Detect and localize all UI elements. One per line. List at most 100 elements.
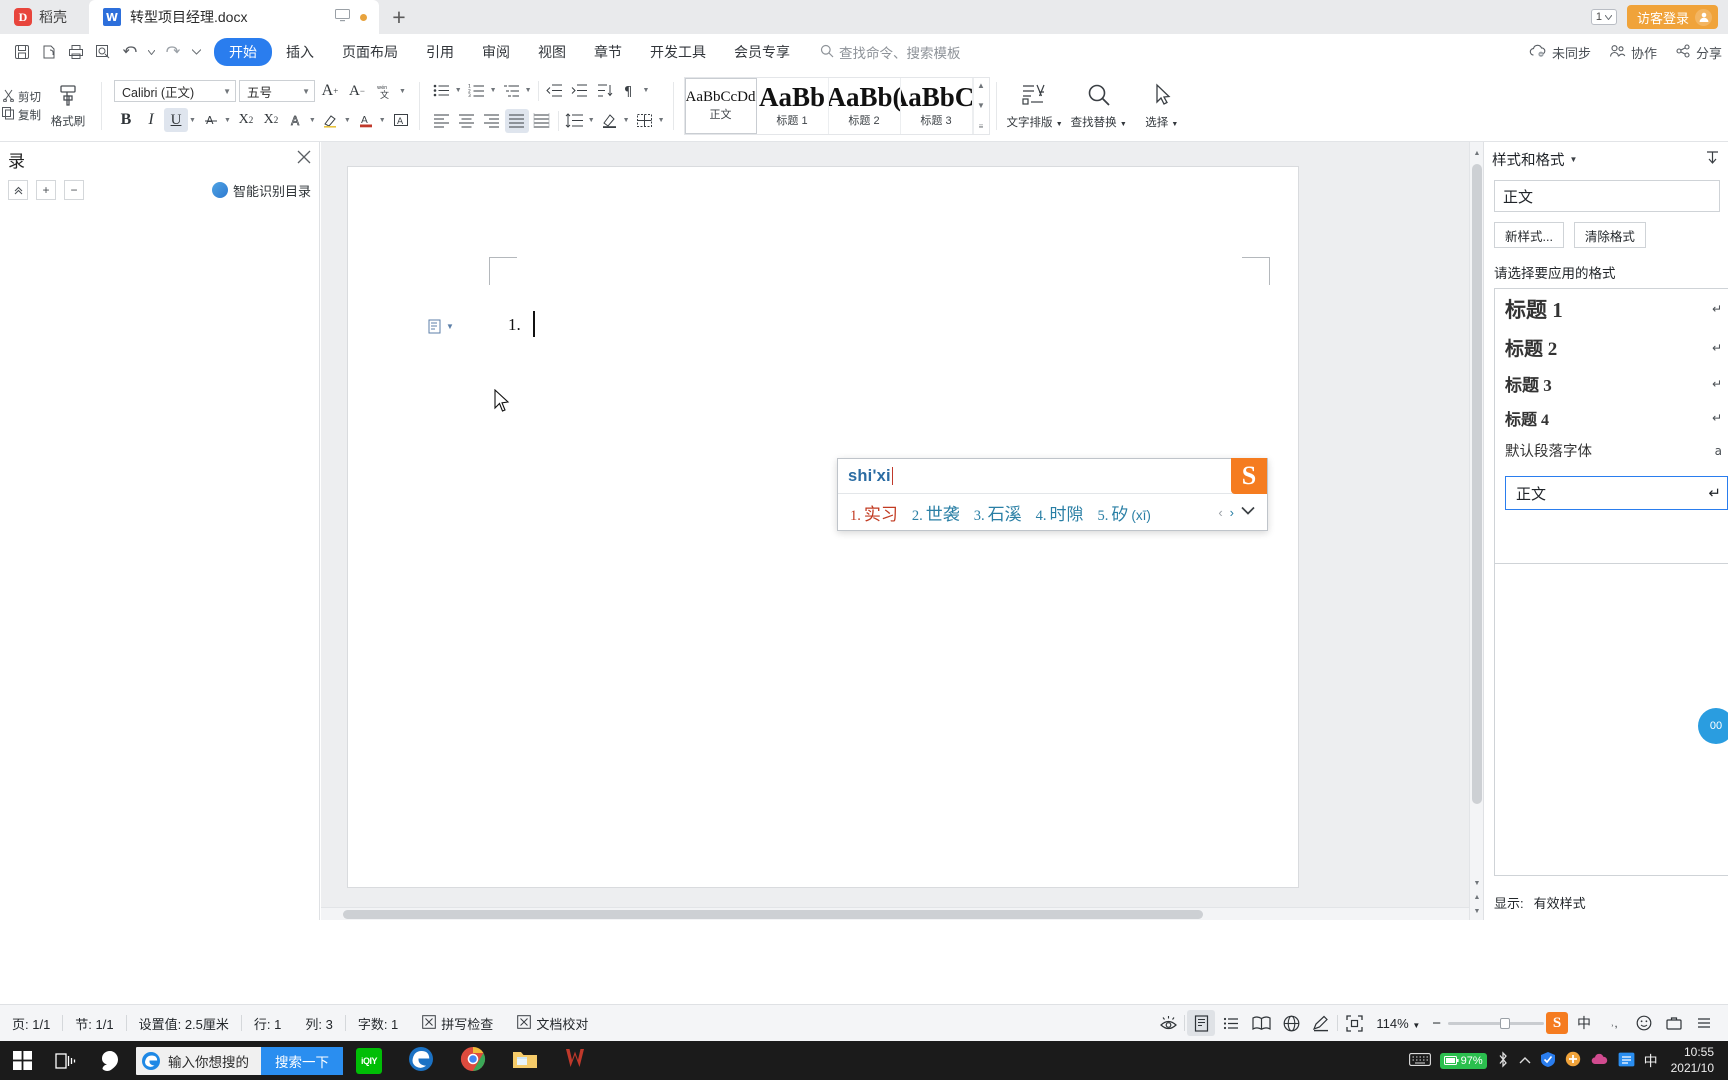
ime-next-page-icon[interactable]: › [1230,505,1234,520]
app-tray-icon[interactable] [1618,1052,1635,1070]
smart-toc-button[interactable]: 智能识别目录 [211,181,311,200]
font-size-combo[interactable]: 五号 ▼ [239,80,315,102]
sync-status-button[interactable]: 未同步 [1529,43,1591,62]
sort-button[interactable] [593,79,617,103]
horizontal-scroll-thumb[interactable] [343,910,1203,919]
prev-page-icon[interactable]: ▲ [1470,890,1483,904]
shield-tray-icon[interactable] [1540,1051,1556,1071]
style-list-item-heading-2[interactable]: 标题 2 ↵ [1495,329,1728,366]
status-doc-proof[interactable]: 文档校对 [505,1014,600,1033]
ime-candidate-popup[interactable]: shi'xi S 1. 实习 2. 世袭 3. 石溪 4. 时隙 5. 矽 (x… [837,458,1268,531]
sogou-icon[interactable] [88,1041,132,1080]
zoom-level[interactable]: 114% ▼ [1370,1016,1426,1031]
tab-references[interactable]: 引用 [412,39,468,65]
save-icon[interactable] [10,40,34,64]
save-as-icon[interactable] [37,40,61,64]
zoom-knob[interactable] [1500,1017,1510,1029]
scroll-down-icon[interactable]: ▼ [1470,876,1483,890]
chevron-down-icon[interactable]: ▼ [455,87,464,94]
chevron-down-icon[interactable]: ▼ [658,117,667,124]
bluetooth-tray-icon[interactable] [1496,1050,1510,1071]
underline-dropdown-icon[interactable]: ▼ [189,117,198,124]
cloud-tray-icon[interactable] [1590,1052,1609,1070]
shading-button[interactable] [598,109,622,133]
scroll-up-icon[interactable]: ▲ [1470,146,1483,160]
minus-icon[interactable]: − [64,180,84,200]
copy-button[interactable]: 复制 [2,106,41,123]
status-line[interactable]: 行: 1 [242,1014,293,1033]
ime-emoji-icon[interactable] [1630,1010,1658,1036]
floating-assistant-badge[interactable]: 00 [1698,708,1728,744]
chrome-app-button[interactable] [447,1041,499,1080]
chevron-down-icon[interactable]: ▼ [224,117,233,124]
iqiyi-app-button[interactable]: iQIY [343,1041,395,1080]
status-word-count[interactable]: 字数: 1 [346,1014,410,1033]
find-replace-button[interactable]: 查找替换 ▼ [1067,82,1131,130]
style-list-item-selected[interactable]: 正文 ↵ [1505,476,1728,510]
style-heading-3[interactable]: AaBbC( 标题 3 [901,77,973,134]
explorer-app-button[interactable] [499,1041,551,1080]
text-effect-button[interactable]: A [284,108,308,132]
current-style-box[interactable]: 正文 [1494,180,1720,212]
align-left-button[interactable] [430,109,454,133]
customize-qat-icon[interactable] [187,40,205,64]
expand-icon[interactable]: + [36,180,56,200]
status-page[interactable]: 页: 1/1 [0,1014,62,1033]
undo-dropdown-icon[interactable] [145,40,157,64]
zoom-out-button[interactable]: − [1432,1015,1441,1032]
style-list-item-default-font[interactable]: 默认段落字体 a [1495,435,1728,466]
ime-menu-icon[interactable] [1690,1010,1718,1036]
status-setting[interactable]: 设置值: 2.5厘米 [127,1014,241,1033]
page-count-badge[interactable]: 1 [1590,9,1617,25]
tab-member[interactable]: 会员专享 [720,39,804,65]
new-style-button[interactable]: 新样式... [1494,222,1564,248]
tab-view[interactable]: 视图 [524,39,580,65]
edit-pen-icon[interactable] [1307,1010,1335,1036]
multilevel-list-button[interactable] [500,79,524,103]
align-center-button[interactable] [455,109,479,133]
distribute-button[interactable] [530,109,554,133]
decrease-indent-button[interactable] [543,79,567,103]
web-layout-view-icon[interactable] [1277,1010,1305,1036]
document-tab[interactable]: W 转型项目经理.docx [89,0,379,34]
tab-developer[interactable]: 开发工具 [636,39,720,65]
vertical-scroll-thumb[interactable] [1472,164,1482,804]
ime-toolbox-icon[interactable] [1660,1010,1688,1036]
ime-state-icon[interactable]: 中 [1570,1010,1598,1036]
cut-button[interactable]: 剪切 [2,89,41,105]
text-typeset-button[interactable]: 文字排版 ▼ [1003,82,1067,130]
print-layout-view-icon[interactable] [1187,1010,1216,1036]
chevron-down-icon[interactable]: ▼ [525,87,534,94]
bold-button[interactable]: B [114,108,138,132]
chevron-down-icon[interactable]: ▼ [588,117,597,124]
zoom-track[interactable] [1448,1017,1544,1029]
align-right-button[interactable] [480,109,504,133]
close-icon[interactable] [297,150,311,168]
print-preview-icon[interactable] [91,40,115,64]
tab-review[interactable]: 审阅 [468,39,524,65]
document-horizontal-scrollbar[interactable] [321,907,1469,920]
status-section[interactable]: 节: 1/1 [63,1014,125,1033]
underline-button[interactable]: U [164,108,188,132]
ime-candidate-4[interactable]: 4. 时隙 [1036,500,1084,525]
increase-indent-button[interactable] [568,79,592,103]
tab-page-layout[interactable]: 页面布局 [328,39,412,65]
format-painter-button[interactable]: 格式刷 [41,83,95,129]
highlight-button[interactable] [319,108,343,132]
italic-button[interactable]: I [139,108,163,132]
new-tab-button[interactable]: + [379,0,419,34]
document-vertical-scrollbar[interactable]: ▲ ▼ ▲ ▼ [1469,142,1483,920]
pinyin-guide-icon[interactable]: wén 文 [372,79,396,103]
grow-font-button[interactable]: A + [318,79,342,103]
subscript-button[interactable]: X2 [259,108,283,132]
style-list-item-heading-4[interactable]: 标题 4 ↵ [1495,401,1728,435]
tab-insert[interactable]: 插入 [272,39,328,65]
outline-view-icon[interactable] [1217,1010,1245,1036]
bullets-button[interactable] [430,79,454,103]
ime-prev-page-icon[interactable]: ‹ [1218,505,1222,520]
pin-icon[interactable] [1705,150,1720,168]
style-normal[interactable]: AaBbCcDd 正文 [684,77,757,134]
wps-app-button[interactable] [551,1041,603,1080]
command-search[interactable]: 查找命令、搜索模板 [820,42,961,62]
chevron-down-icon[interactable]: ▼ [399,88,408,95]
